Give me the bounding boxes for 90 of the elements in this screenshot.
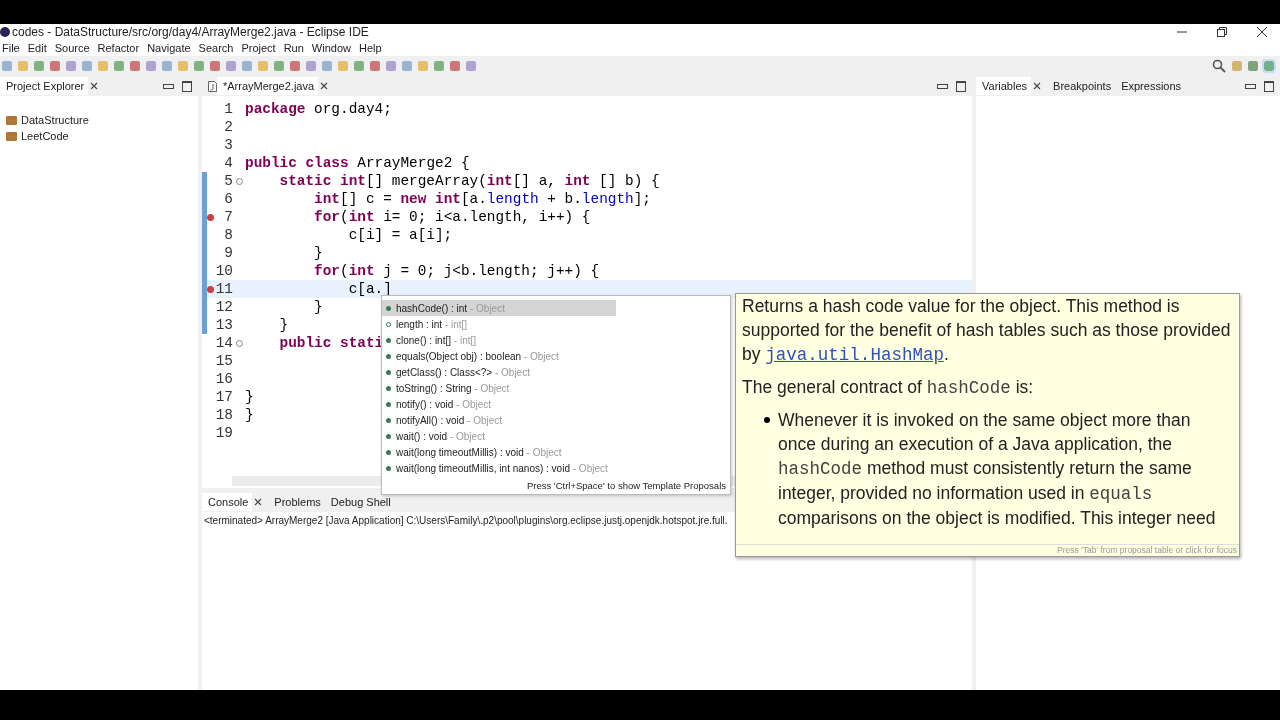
line-number: 1 — [223, 100, 233, 118]
proposal-item[interactable]: wait(long timeoutMillis, int nanos) : void - Object — [382, 460, 616, 476]
minimize-icon[interactable] — [937, 83, 948, 89]
project-icon — [6, 115, 17, 125]
proposal-item[interactable]: equals(Object obj) : boolean - Object — [382, 348, 616, 364]
tree-item[interactable]: DataStructure — [21, 114, 89, 126]
line-number: 14 — [215, 334, 233, 352]
maximize-icon[interactable] — [1264, 80, 1274, 92]
panel-tab[interactable]: Expressions — [1115, 77, 1186, 95]
line-number: 2 — [223, 118, 233, 136]
line-number: 16 — [215, 370, 233, 388]
line-number: 15 — [215, 352, 233, 370]
proposal-item[interactable]: wait() : void - Object — [382, 428, 616, 444]
close-icon[interactable] — [1033, 82, 1042, 90]
menu-item[interactable]: Window — [309, 42, 357, 54]
project-icon — [6, 131, 17, 141]
line-number: 5 — [223, 172, 233, 190]
doc-paragraph: The general contract of hashCode is: — [742, 376, 1034, 400]
search-icon[interactable] — [1212, 59, 1226, 73]
java-file-icon — [208, 80, 217, 92]
panel-tab[interactable]: Problems — [268, 493, 325, 511]
panel-tab[interactable]: Project Explorer — [0, 77, 89, 95]
close-icon[interactable] — [254, 498, 263, 506]
panel-tab[interactable]: Debug Shell — [324, 493, 395, 511]
proposal-item[interactable]: hashCode() : int - Object — [382, 300, 616, 316]
proposal-item[interactable]: getClass() : Class<?> - Object — [382, 364, 616, 380]
menu-item[interactable]: Source — [52, 42, 96, 54]
line-number: 17 — [215, 388, 233, 406]
code-line: for(int j = 0; j<b.length; j++) { — [313, 262, 600, 280]
line-number: 13 — [215, 316, 233, 334]
proposal-item[interactable]: length : int - int[] — [382, 316, 616, 332]
minimize-icon[interactable] — [1245, 83, 1256, 89]
code-line: int[] c = new int[a.length + b.length]; — [313, 190, 651, 208]
maximize-icon[interactable] — [956, 80, 966, 92]
debug-perspective-icon[interactable] — [1264, 61, 1274, 71]
line-number: 11 — [215, 280, 233, 298]
menu-item[interactable]: Navigate — [145, 42, 197, 54]
menu-item[interactable]: File — [0, 42, 26, 54]
code-line: } — [313, 298, 323, 316]
menu-item[interactable]: Help — [357, 42, 388, 54]
code-line: c[a.] — [347, 280, 392, 298]
panel-tab[interactable]: Console — [202, 493, 253, 511]
proposal-hint: Press 'Ctrl+Space' to show Template Proposals — [525, 479, 727, 493]
code-line: } — [245, 388, 254, 406]
restore-icon[interactable] — [1216, 26, 1228, 38]
code-line: } — [245, 406, 254, 424]
line-number: 3 — [223, 136, 233, 154]
line-number: 8 — [223, 226, 233, 244]
code-line: package org.day4; — [245, 100, 392, 118]
line-number: 18 — [215, 406, 233, 424]
code-line: } — [313, 244, 323, 262]
menu-item[interactable]: Refactor — [95, 42, 146, 54]
code-line: static int[] mergeArray(int[] a, int [] b) { — [278, 172, 660, 190]
maximize-icon[interactable] — [182, 80, 192, 92]
close-icon[interactable] — [320, 82, 329, 90]
doc-link[interactable]: java.util.HashMap — [765, 345, 944, 365]
proposal-item[interactable]: notifyAll() : void - Object — [382, 412, 616, 428]
doc-bullet: Whenever it is invoked on the same object more than once during an execution of a Java application, the hashCode method must consistently return the same integer, provided no information used in equals comparisons on the object is modified. This integer need — [778, 409, 1217, 530]
code-line: public class ArrayMerge2 { — [245, 154, 470, 172]
line-number: 12 — [215, 298, 233, 316]
close-icon[interactable] — [90, 82, 99, 90]
line-number: 6 — [223, 190, 233, 208]
code-line: } — [278, 316, 289, 334]
window-title: codes - DataStructure/src/org/day4/ArrayMerge2.java - Eclipse IDE — [12, 25, 369, 39]
tree-item[interactable]: LeetCode — [21, 130, 69, 142]
proposal-item[interactable]: clone() : int[] - int[] — [382, 332, 616, 348]
close-icon[interactable] — [1256, 26, 1268, 38]
bullet-icon — [764, 417, 770, 423]
eclipse-icon — [0, 27, 10, 37]
menu-item[interactable]: Edit — [25, 42, 53, 54]
line-number: 9 — [223, 244, 233, 262]
console-status: <terminated> ArrayMerge2 [Java Application] C:\Users\Family\.p2\pool\plugins\org.eclipse.justj.openjdk.hotspot.jre.full. — [203, 514, 729, 528]
line-number: 19 — [215, 424, 233, 442]
line-number: 4 — [223, 154, 233, 172]
proposal-item[interactable]: wait(long timeoutMillis) : void - Object — [382, 444, 616, 460]
line-number: 7 — [223, 208, 233, 226]
code-line: public stati — [278, 334, 384, 352]
doc-paragraph: Returns a hash code value for the object. This method is supported for the benefit of hash tables such as those provided by java.util.HashMap. — [742, 295, 1232, 367]
menu-item[interactable]: Search — [196, 42, 240, 54]
proposal-item[interactable]: notify() : void - Object — [382, 396, 616, 412]
minimize-icon[interactable] — [163, 83, 174, 89]
doc-hint: Press 'Tab' from proposal table or click for focus — [736, 544, 1239, 556]
line-number: 10 — [215, 262, 233, 280]
menu-item[interactable]: Run — [281, 42, 310, 54]
proposal-item[interactable]: toString() : String - Object — [382, 380, 616, 396]
panel-tab[interactable]: Variables — [976, 77, 1032, 95]
panel-tab[interactable]: Breakpoints — [1047, 77, 1116, 95]
code-line: c[i] = a[i]; — [347, 226, 453, 244]
menu-item[interactable]: Project — [239, 42, 282, 54]
code-line: for(int i= 0; i<a.length, i++) { — [313, 208, 591, 226]
